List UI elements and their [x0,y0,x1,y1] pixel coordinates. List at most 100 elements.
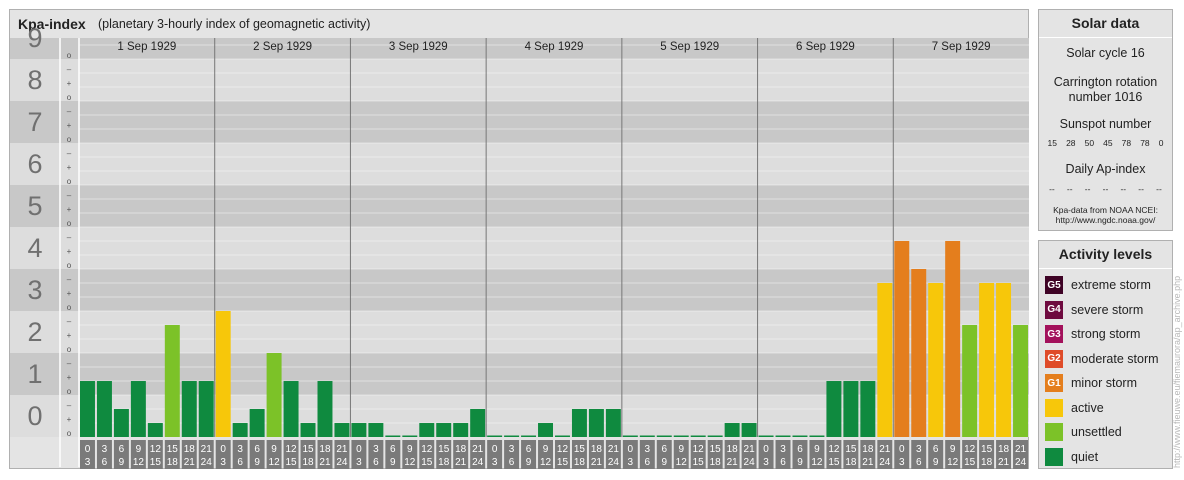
legend-label: moderate storm [1071,351,1159,366]
hour-start-label: 21 [1015,444,1027,455]
legend-swatch: G3 [1045,325,1063,343]
hour-end-label: 6 [509,457,515,468]
kp-bar [792,435,808,437]
sunspot-value: 15 [1047,138,1057,148]
hour-start-label: 15 [302,444,314,455]
y-tick-label: 0 [27,401,42,431]
hour-end-label: 18 [981,457,993,468]
hour-end-label: 21 [998,457,1010,468]
hour-start-label: 15 [438,444,450,455]
y-subtick-label: – [67,149,72,158]
hour-end-label: 24 [744,457,756,468]
hour-start-label: 9 [407,444,413,455]
legend-item: G4 severe storm [1045,300,1143,320]
legend-item: G3 strong storm [1045,324,1140,344]
kp-bar [571,408,587,437]
y-subtick-label: + [67,205,72,214]
hour-end-label: 12 [811,457,823,468]
hour-end-label: 6 [102,457,108,468]
hour-start-label: 12 [964,444,976,455]
solar-data-panel: Solar data Solar cycle 16 Carrington rot… [1038,9,1173,231]
kp-bar [826,381,842,437]
hour-end-label: 12 [540,457,552,468]
sunspot-value: 78 [1121,138,1132,148]
solar-data-title: Solar data [1039,10,1172,38]
ap-value: -- [1156,184,1162,194]
hour-start-label: 21 [608,444,620,455]
y-tick-label: 7 [27,107,42,137]
ap-label: Daily Ap-index [1065,162,1146,176]
hour-end-label: 21 [727,457,739,468]
y-subtick-label: o [67,93,72,102]
hour-end-label: 3 [899,457,905,468]
hour-end-label: 18 [710,457,722,468]
legend-swatch [1045,398,1063,417]
legend-label: active [1071,400,1104,415]
legend-swatch: G1 [1045,374,1063,392]
kp-bar [300,423,316,437]
hour-start-label: 6 [390,444,396,455]
hour-start-label: 9 [950,444,956,455]
legend-item: active [1045,398,1104,418]
y-tick-label: 8 [27,65,42,95]
hour-start-label: 3 [102,444,108,455]
hour-end-label: 15 [150,457,162,468]
carrington-line-1: Carrington rotation [1053,75,1158,89]
band-level-7 [10,101,1029,143]
hour-end-label: 9 [933,457,939,468]
y-subtick-label: o [67,345,72,354]
y-subtick-label: – [67,401,72,410]
kp-bar [164,324,180,437]
ap-value: -- [1066,184,1073,194]
hour-end-label: 15 [693,457,705,468]
hour-end-label: 15 [828,457,840,468]
kp-bar [996,282,1012,437]
band-level-5 [10,185,1029,227]
hour-start-label: 3 [509,444,515,455]
hour-end-label: 24 [336,457,348,468]
kp-bar [538,423,553,437]
y-subtick-label: + [67,331,72,340]
day-label: 3 Sep 1929 [389,41,448,53]
sunspot-values: 15 28 50 45 78 78 0 [1039,138,1172,148]
kp-bar [402,435,418,437]
ap-value: -- [1084,184,1091,194]
hour-start-label: 18 [727,444,739,455]
kp-bar [555,435,570,437]
source-line-2: http://www.ngdc.noaa.gov/ [1055,215,1156,225]
hour-start-label: 0 [220,444,226,455]
hour-start-label: 0 [492,444,498,455]
hour-start-label: 15 [710,444,722,455]
kp-bar [80,381,95,437]
kp-bar [843,381,859,437]
kp-bar [758,435,774,437]
kp-bar [198,381,214,437]
hour-end-label: 24 [472,457,484,468]
hour-start-label: 9 [814,444,820,455]
kp-bar [283,381,299,437]
hour-start-label: 12 [693,444,705,455]
legend-label: extreme storm [1071,278,1151,292]
hour-end-label: 21 [184,457,196,468]
kp-bar [741,423,757,437]
y-subtick-label: + [67,415,72,424]
kp-bar [809,435,825,437]
hour-start-label: 18 [591,444,603,455]
hour-start-label: 0 [356,444,362,455]
hour-end-label: 9 [797,457,803,468]
hour-start-label: 12 [557,444,569,455]
kp-bar [707,435,723,437]
kp-bar [945,240,961,437]
y-tick-label: 5 [27,191,42,221]
kp-bar [181,381,197,437]
day-label: 5 Sep 1929 [660,41,719,53]
hour-start-label: 9 [543,444,549,455]
kp-bar [453,423,469,437]
hour-start-label: 6 [933,444,939,455]
legend-swatch: G2 [1045,349,1063,368]
kp-bar [436,423,452,437]
hour-start-label: 9 [271,444,277,455]
hour-end-label: 12 [947,457,959,468]
kp-bar [605,408,621,437]
kp-bar [860,381,876,437]
